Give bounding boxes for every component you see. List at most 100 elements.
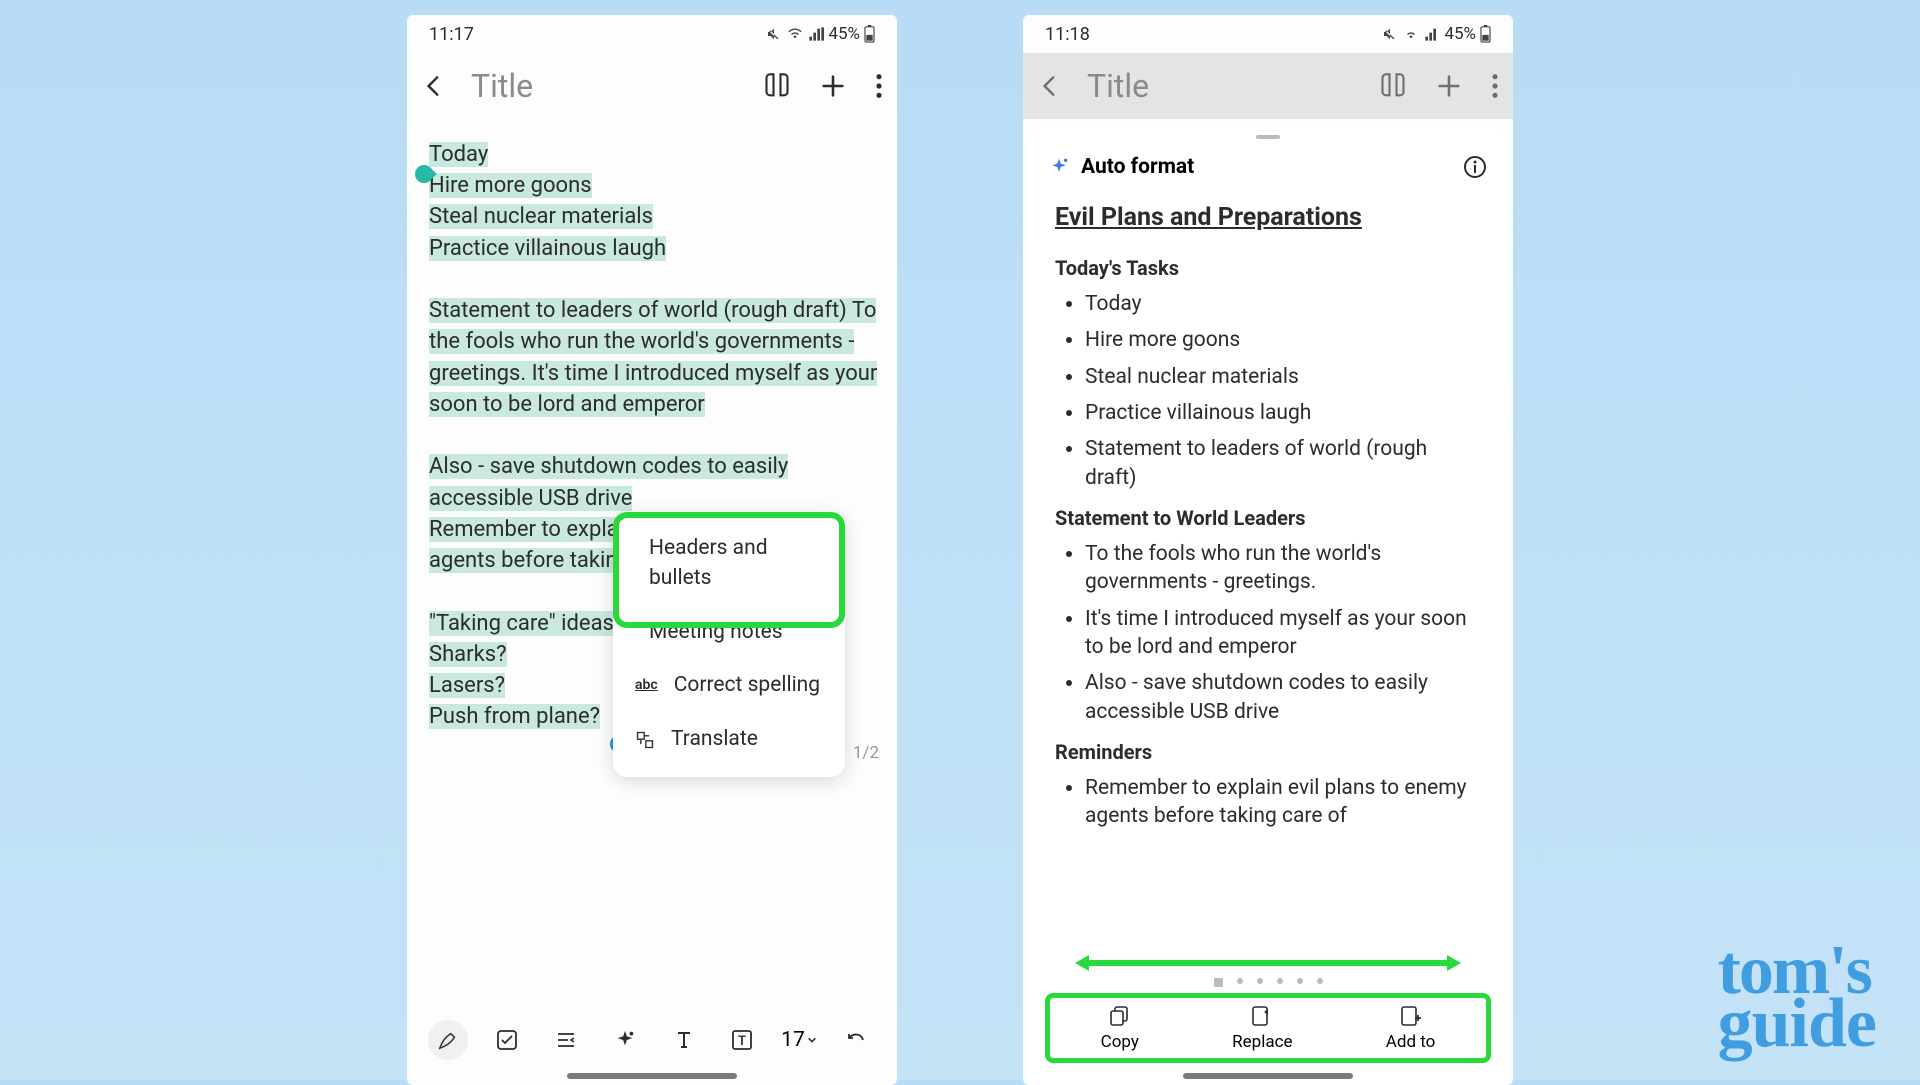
- note-line: Sharks?: [429, 642, 507, 667]
- status-time: 11:17: [429, 24, 474, 45]
- signal-icon: [808, 26, 824, 42]
- list-item: It's time I introduced myself as your so…: [1085, 605, 1481, 662]
- replace-button[interactable]: Replace: [1232, 1004, 1292, 1052]
- pager-dot: [1237, 978, 1243, 984]
- page-title[interactable]: Title: [1079, 67, 1363, 105]
- drag-handle[interactable]: [1256, 135, 1280, 139]
- text-style-icon[interactable]: [664, 1020, 704, 1060]
- list-item: Statement to leaders of world (rough dra…: [1085, 435, 1481, 492]
- more-icon[interactable]: [1491, 72, 1499, 100]
- back-icon[interactable]: [421, 73, 447, 99]
- font-size-selector[interactable]: 17: [781, 1028, 817, 1052]
- font-size-value: 17: [781, 1028, 805, 1052]
- status-bar: 11:18 45%: [1023, 15, 1513, 53]
- translate-icon: [635, 730, 655, 750]
- text-box-icon[interactable]: T: [722, 1020, 762, 1060]
- action-row: Copy Replace Add to: [1045, 993, 1491, 1063]
- menu-label: Meeting notes: [649, 618, 783, 648]
- note-line: "Taking care" ideas: [429, 611, 614, 636]
- back-icon[interactable]: [1037, 73, 1063, 99]
- undo-icon[interactable]: [836, 1020, 876, 1060]
- pager-dot: [1317, 978, 1323, 984]
- spellcheck-icon: abc: [635, 676, 658, 696]
- svg-text:T: T: [738, 1034, 746, 1049]
- bullet-list: Remember to explain evil plans to enemy …: [1055, 774, 1481, 831]
- checkbox-icon[interactable]: [487, 1020, 527, 1060]
- list-item: Practice villainous laugh: [1085, 399, 1481, 427]
- list-item: Remember to explain evil plans to enemy …: [1085, 774, 1481, 831]
- section-title: Reminders: [1055, 740, 1481, 764]
- menu-correct-spelling[interactable]: abc Correct spelling: [613, 659, 845, 713]
- context-menu: Headers and bullets Meeting notes abc Co…: [613, 512, 845, 777]
- wifi-icon: [1402, 26, 1420, 42]
- status-indicators: 45%: [766, 24, 875, 44]
- watermark-line2: guide: [1718, 998, 1876, 1051]
- more-icon[interactable]: [875, 72, 883, 100]
- section-title: Today's Tasks: [1055, 256, 1481, 280]
- app-header: Title: [1023, 53, 1513, 119]
- watermark-logo: tom's guide: [1718, 945, 1876, 1050]
- pagination-dots[interactable]: [1029, 978, 1507, 987]
- menu-label: Translate: [671, 725, 758, 755]
- menu-meeting-notes[interactable]: Meeting notes: [613, 606, 845, 660]
- bullet-list: To the fools who run the world's governm…: [1055, 540, 1481, 726]
- note-line: Lasers?: [429, 673, 505, 698]
- battery-icon: [864, 25, 875, 43]
- format-lines-icon[interactable]: [546, 1020, 586, 1060]
- pager-dot-active: [1214, 978, 1223, 987]
- list-item: Steal nuclear materials: [1085, 363, 1481, 391]
- action-label: Add to: [1386, 1032, 1436, 1052]
- phone-screen-left: 11:17 45% Title: [407, 15, 897, 1085]
- list-item: To the fools who run the world's governm…: [1085, 540, 1481, 597]
- reader-icon[interactable]: [1379, 72, 1407, 100]
- status-bar: 11:17 45%: [407, 15, 897, 53]
- mute-icon: [1382, 26, 1398, 42]
- note-paragraph: Statement to leaders of world (rough dra…: [429, 298, 877, 417]
- battery-label: 45%: [1444, 24, 1476, 44]
- battery-icon: [1480, 25, 1491, 43]
- page-counter: 1/2: [853, 741, 879, 765]
- sparkle-icon: [1049, 157, 1069, 177]
- pager-dot: [1297, 978, 1303, 984]
- status-indicators: 45%: [1382, 24, 1491, 44]
- wifi-icon: [786, 26, 804, 42]
- action-label: Copy: [1101, 1032, 1139, 1052]
- auto-format-panel: Auto format Evil Plans and Preparations …: [1029, 125, 1507, 1085]
- status-time: 11:18: [1045, 24, 1090, 45]
- note-line: Steal nuclear materials: [429, 204, 653, 229]
- pen-icon[interactable]: [428, 1020, 468, 1060]
- ai-sparkle-icon[interactable]: [605, 1020, 645, 1060]
- document-title: Evil Plans and Preparations: [1055, 203, 1481, 232]
- mute-icon: [766, 26, 782, 42]
- battery-label: 45%: [828, 24, 860, 44]
- note-line: Hire more goons: [429, 173, 592, 198]
- auto-format-title: Auto format: [1081, 155, 1451, 179]
- page-title[interactable]: Title: [463, 67, 747, 105]
- menu-translate[interactable]: Translate: [613, 713, 845, 767]
- list-item: Hire more goons: [1085, 326, 1481, 354]
- bullet-list: Today Hire more goons Steal nuclear mate…: [1055, 290, 1481, 492]
- info-icon[interactable]: [1463, 155, 1487, 179]
- section-title: Statement to World Leaders: [1055, 506, 1481, 530]
- pager-dot: [1257, 978, 1263, 984]
- reader-icon[interactable]: [763, 72, 791, 100]
- note-line: Today: [429, 142, 488, 167]
- nav-handle[interactable]: [567, 1073, 737, 1079]
- add-icon[interactable]: [819, 72, 847, 100]
- menu-headers-bullets[interactable]: Headers and bullets: [613, 522, 845, 606]
- note-content[interactable]: Today Hire more goons Steal nuclear mate…: [407, 119, 897, 1007]
- list-item: Also - save shutdown codes to easily acc…: [1085, 669, 1481, 726]
- note-line: Push from plane?: [429, 704, 600, 729]
- menu-label: Headers and bullets: [649, 534, 823, 594]
- signal-icon: [1424, 26, 1440, 42]
- add-to-button[interactable]: Add to: [1386, 1004, 1436, 1052]
- editor-toolbar: T 17: [407, 1007, 897, 1073]
- note-line: Practice villainous laugh: [429, 236, 666, 261]
- menu-label: Correct spelling: [674, 671, 820, 701]
- list-item: Today: [1085, 290, 1481, 318]
- add-icon[interactable]: [1435, 72, 1463, 100]
- auto-format-body[interactable]: Evil Plans and Preparations Today's Task…: [1029, 189, 1507, 954]
- copy-button[interactable]: Copy: [1101, 1004, 1139, 1052]
- pager-dot: [1277, 978, 1283, 984]
- nav-handle[interactable]: [1183, 1073, 1353, 1079]
